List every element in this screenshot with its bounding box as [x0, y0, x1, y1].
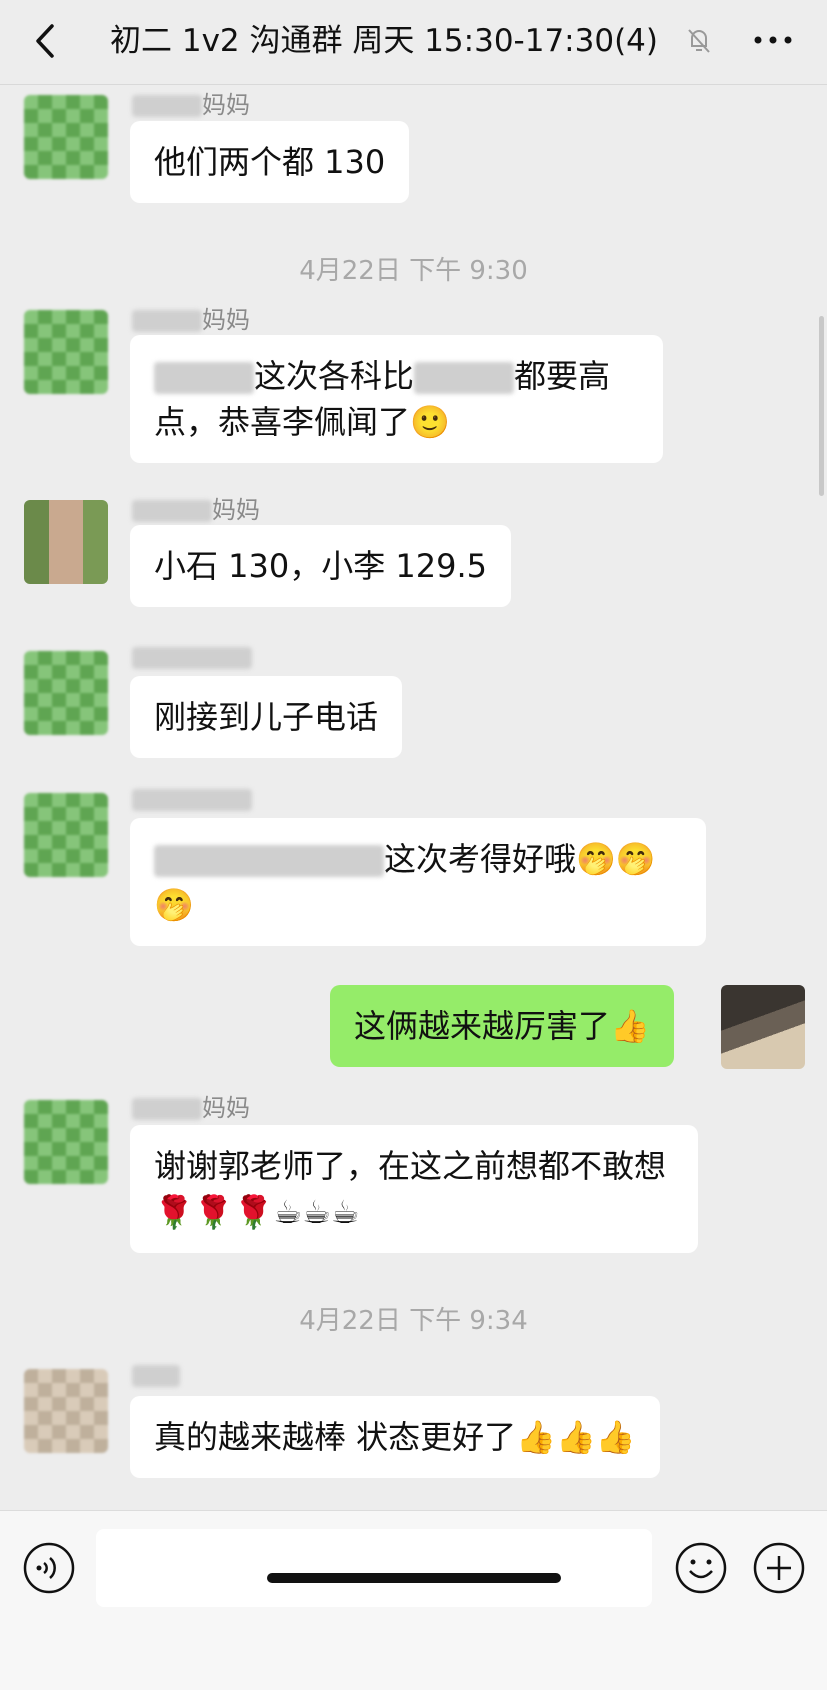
chat-title: 初二 1v2 沟通群 周天 15:30-17:30(4): [110, 23, 658, 59]
message-bubble[interactable]: 这次各科比 都要高点，恭喜李佩闻了🙂: [130, 335, 663, 463]
chevron-left-icon[interactable]: [26, 18, 66, 64]
sender-name: [132, 1361, 180, 1389]
input-bar: [0, 1510, 827, 1690]
message-list[interactable]: 妈妈 他们两个都 130 4月22日 下午 9:30 妈妈 这次各科比 都要高点，…: [0, 85, 827, 1510]
message-bubble[interactable]: 刚接到儿子电话: [130, 676, 403, 758]
sender-name: 妈妈: [132, 300, 250, 335]
bell-slash-icon: [688, 29, 710, 53]
home-indicator[interactable]: [267, 1573, 561, 1583]
message-bubble[interactable]: 这俩越来越厉害了👍: [330, 985, 674, 1067]
sender-name: 妈妈: [132, 85, 250, 120]
avatar[interactable]: [24, 1369, 108, 1453]
sender-name: 妈妈: [132, 1088, 250, 1123]
timestamp: 4月22日 下午 9:34: [299, 1306, 528, 1336]
message-bubble[interactable]: 这次考得好哦🤭🤭🤭: [130, 818, 706, 946]
sender-name: 妈妈: [132, 490, 260, 525]
scrollbar[interactable]: [819, 316, 824, 496]
avatar[interactable]: [24, 1100, 108, 1184]
message-bubble[interactable]: 小石 130，小李 129.5: [130, 525, 512, 607]
avatar[interactable]: [24, 793, 108, 877]
avatar[interactable]: [24, 651, 108, 735]
avatar[interactable]: [24, 500, 108, 584]
emoji-icon[interactable]: [674, 1541, 728, 1595]
chat-header: 初二 1v2 沟通群 周天 15:30-17:30(4): [0, 0, 827, 85]
message-bubble[interactable]: 谢谢郭老师了，在这之前想都不敢想🌹🌹🌹☕☕☕: [130, 1125, 698, 1253]
sender-name: [132, 785, 252, 813]
voice-icon[interactable]: [22, 1541, 76, 1595]
avatar[interactable]: [721, 985, 805, 1069]
ellipsis-icon[interactable]: [748, 20, 798, 60]
message-input[interactable]: [96, 1529, 652, 1607]
avatar[interactable]: [24, 310, 108, 394]
timestamp: 4月22日 下午 9:30: [299, 256, 528, 286]
message-bubble[interactable]: 他们两个都 130: [130, 121, 410, 203]
sender-name: [132, 643, 252, 671]
message-bubble[interactable]: 真的越来越棒 状态更好了👍👍👍: [130, 1396, 660, 1478]
avatar[interactable]: [24, 95, 108, 179]
plus-icon[interactable]: [752, 1541, 806, 1595]
